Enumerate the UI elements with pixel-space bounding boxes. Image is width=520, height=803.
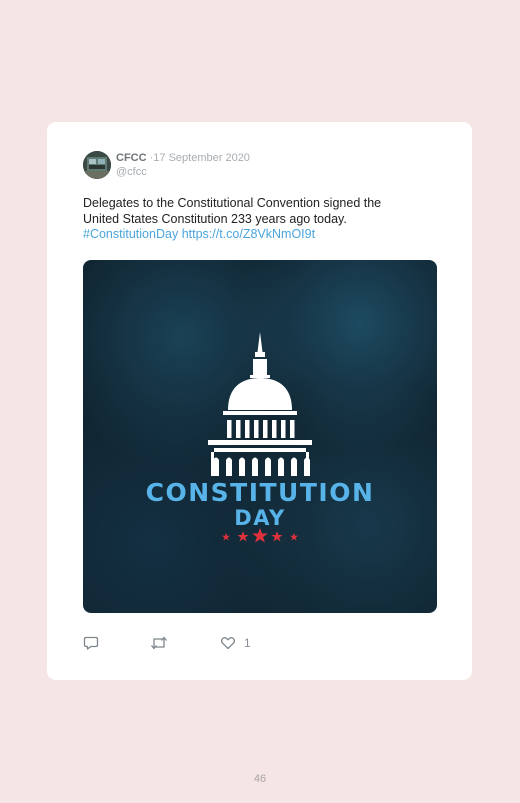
tweet-actions: 1 bbox=[83, 635, 443, 655]
page-number: 46 bbox=[253, 773, 267, 785]
retweet-button[interactable] bbox=[150, 635, 168, 651]
avatar-image bbox=[83, 151, 111, 179]
image-title-line1: CONSTITUTION bbox=[146, 478, 375, 507]
tweet-text-line: United States Constitution 233 years ago… bbox=[83, 211, 347, 226]
tweet-card: CFCC ·17 September 2020 @cfcc Delegates … bbox=[47, 122, 472, 680]
tweet-text: Delegates to the Constitutional Conventi… bbox=[83, 196, 423, 243]
capitol-dome-icon: CONSTITUTION DAY bbox=[146, 332, 375, 543]
star-icon bbox=[222, 528, 298, 543]
url-link[interactable]: https://t.co/Z8VkNmOI9t bbox=[182, 227, 315, 241]
tweet-date[interactable]: 17 September 2020 bbox=[153, 152, 250, 164]
avatar[interactable] bbox=[83, 151, 111, 179]
reply-button[interactable] bbox=[83, 635, 99, 651]
tweet-image[interactable]: CONSTITUTION DAY bbox=[83, 260, 437, 613]
heart-icon bbox=[220, 637, 236, 650]
author-handle[interactable]: @cfcc bbox=[116, 165, 250, 179]
tweet-header: CFCC ·17 September 2020 @cfcc bbox=[116, 151, 250, 179]
reply-icon bbox=[83, 636, 99, 650]
tweet-text-line: Delegates to the Constitutional Conventi… bbox=[83, 196, 382, 210]
retweet-icon bbox=[151, 636, 167, 650]
like-count: 1 bbox=[244, 636, 251, 650]
image-title-line2: DAY bbox=[234, 506, 285, 530]
like-button[interactable]: 1 bbox=[220, 635, 251, 651]
author-name[interactable]: CFCC bbox=[116, 152, 147, 164]
hashtag-link[interactable]: #ConstitutionDay bbox=[83, 227, 178, 241]
